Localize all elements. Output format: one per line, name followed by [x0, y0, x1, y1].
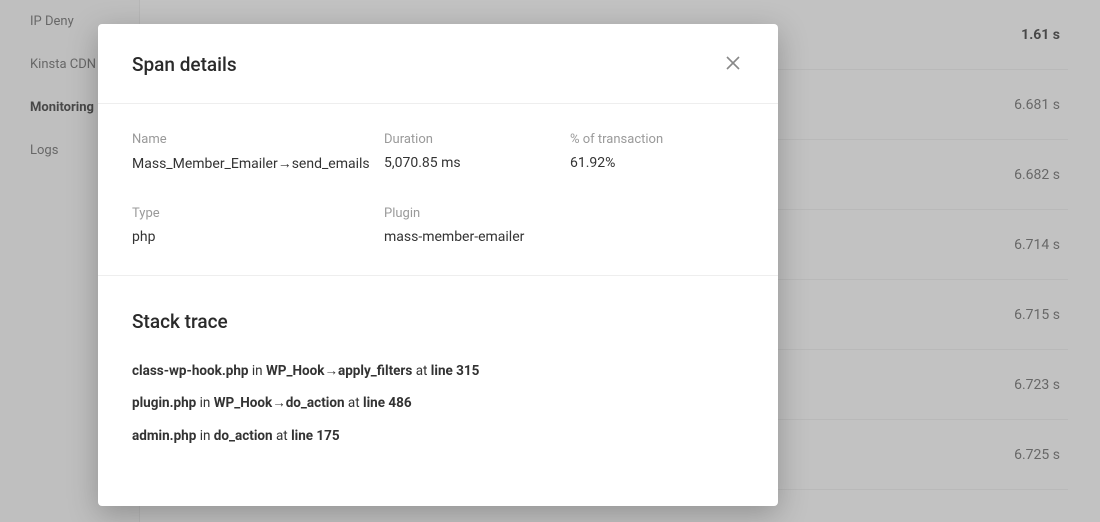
stack-trace-title: Stack trace [132, 310, 744, 333]
kw-in: in [252, 363, 266, 379]
value-name: Mass_Member_Emailer→send_emails [132, 155, 384, 172]
close-icon [726, 56, 740, 73]
stack-func: do_action [214, 428, 273, 444]
label-duration: Duration [384, 132, 570, 147]
stack-file: class-wp-hook.php [132, 363, 249, 379]
label-type: Type [132, 206, 384, 221]
span-details-modal: Span details Name Duration % of transact… [98, 24, 778, 506]
stack-line-no: line 486 [363, 395, 412, 411]
label-plugin: Plugin [384, 206, 570, 221]
stack-trace-line: admin.php in do_action at line 175 [132, 420, 744, 452]
label-name: Name [132, 132, 384, 147]
empty-cell [570, 206, 744, 221]
close-button[interactable] [722, 52, 744, 77]
value-plugin: mass-member-emailer [384, 229, 570, 245]
value-duration: 5,070.85 ms [384, 155, 570, 172]
stack-line-no: line 175 [291, 428, 340, 444]
kw-in: in [200, 395, 214, 411]
details-grid: Name Duration % of transaction Mass_Memb… [132, 132, 744, 245]
stack-trace-line: plugin.php in WP_Hook→do_action at line … [132, 387, 744, 419]
kw-at: at [276, 428, 291, 444]
kw-at: at [348, 395, 363, 411]
modal-header: Span details [98, 24, 778, 104]
stack-func: WP_Hook→do_action [214, 395, 345, 411]
spacer [132, 180, 744, 198]
value-pct: 61.92% [570, 155, 744, 172]
value-type: php [132, 229, 384, 245]
modal-body: Name Duration % of transaction Mass_Memb… [98, 104, 778, 506]
label-pct: % of transaction [570, 132, 744, 147]
stack-func: WP_Hook→apply_filters [266, 363, 412, 379]
modal-title: Span details [132, 53, 237, 76]
kw-at: at [416, 363, 431, 379]
kw-in: in [200, 428, 214, 444]
stack-file: plugin.php [132, 395, 196, 411]
stack-file: admin.php [132, 428, 196, 444]
stack-line-no: line 315 [431, 363, 480, 379]
stack-trace-line: class-wp-hook.php in WP_Hook→apply_filte… [132, 355, 744, 387]
empty-cell [570, 229, 744, 245]
divider [98, 275, 778, 276]
